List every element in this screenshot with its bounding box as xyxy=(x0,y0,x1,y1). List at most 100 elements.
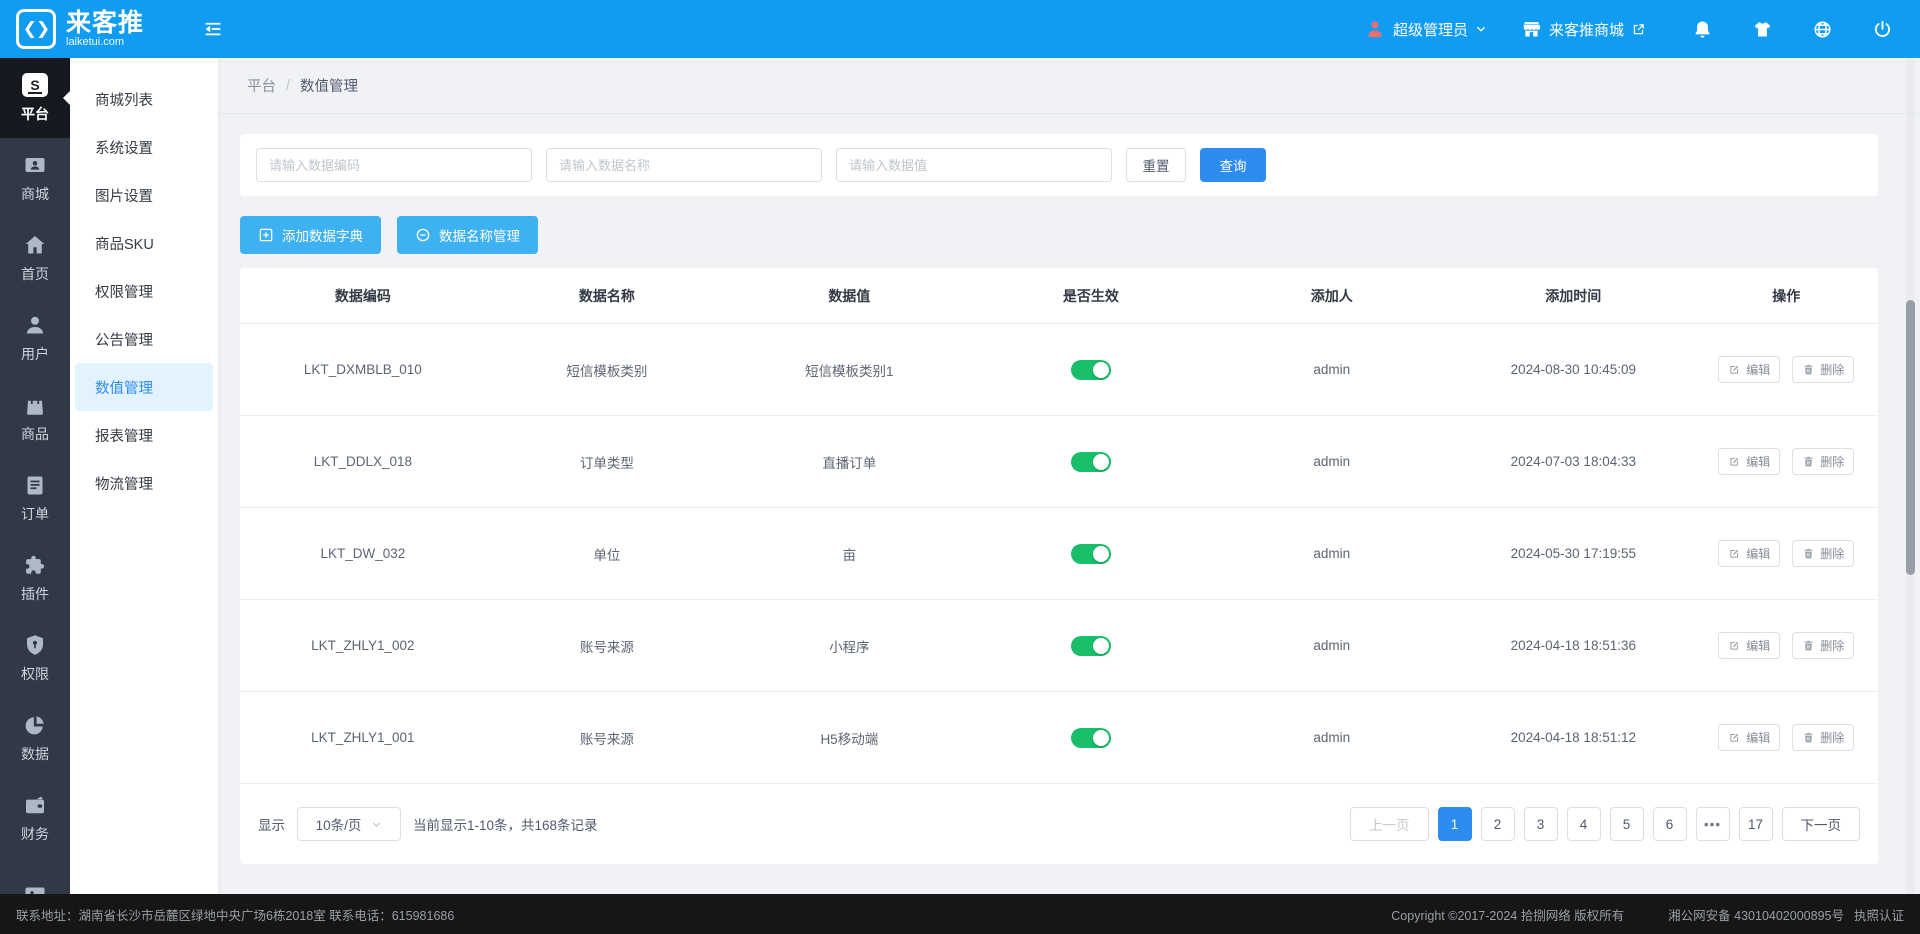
add-dict-button[interactable]: 添加数据字典 xyxy=(240,216,381,254)
table-header: 数据编码 数据名称 数据值 是否生效 添加人 添加时间 操作 xyxy=(240,268,1878,324)
edit-button[interactable]: 编辑 xyxy=(1718,540,1780,567)
rail-item-plugins[interactable]: 插件 xyxy=(0,538,70,618)
rail-item-users[interactable]: 用户 xyxy=(0,298,70,378)
cell-value: H5移动端 xyxy=(728,728,970,748)
rail-item-finance[interactable]: 财务 xyxy=(0,778,70,858)
edit-icon xyxy=(1728,455,1741,468)
enabled-toggle[interactable] xyxy=(1071,728,1111,748)
name-filter-input[interactable] xyxy=(546,148,822,182)
mall-icon xyxy=(23,153,47,177)
delete-button[interactable]: 删除 xyxy=(1792,356,1854,383)
page-button-1[interactable]: 1 xyxy=(1438,807,1472,841)
delete-button[interactable]: 删除 xyxy=(1792,448,1854,475)
scrollbar-thumb[interactable] xyxy=(1906,300,1915,575)
cell-name: 单位 xyxy=(486,544,728,564)
breadcrumb: 平台 / 数值管理 xyxy=(218,58,1920,114)
edit-button[interactable]: 编辑 xyxy=(1718,724,1780,751)
table-body: LKT_DXMBLB_010 短信模板类别 短信模板类别1 admin 2024… xyxy=(240,324,1878,784)
trash-icon xyxy=(1802,455,1815,468)
manage-names-button[interactable]: 数据名称管理 xyxy=(397,216,538,254)
rail-item-media[interactable] xyxy=(0,858,70,894)
cell-code: LKT_DXMBLB_010 xyxy=(240,362,486,377)
submenu-item-图片设置[interactable]: 图片设置 xyxy=(75,171,213,219)
brand-domain: laiketui.com xyxy=(66,36,144,48)
delete-button[interactable]: 删除 xyxy=(1792,540,1854,567)
notifications-bell-icon[interactable] xyxy=(1680,19,1724,40)
avatar-icon xyxy=(1364,18,1386,40)
edit-button[interactable]: 编辑 xyxy=(1718,356,1780,383)
shop-link[interactable]: 来客推商城 xyxy=(1521,19,1646,40)
footer: 联系地址：湖南省长沙市岳麓区绿地中央广场6栋2018室 联系电话：6159816… xyxy=(0,894,1920,934)
page-button-6[interactable]: 6 xyxy=(1653,807,1687,841)
page-button-5[interactable]: 5 xyxy=(1610,807,1644,841)
icon-rail: S 平台 商城 首页 用户 商品 订单 插件 权限 数据 财务 xyxy=(0,58,70,894)
rail-item-platform[interactable]: S 平台 xyxy=(0,58,70,138)
power-icon[interactable] xyxy=(1860,19,1904,40)
page-ellipsis[interactable]: ••• xyxy=(1696,807,1730,841)
footer-contact: 联系地址：湖南省长沙市岳麓区绿地中央广场6栋2018室 联系电话：6159816… xyxy=(16,905,454,924)
toolbar: 添加数据字典 数据名称管理 xyxy=(240,216,1878,254)
page-button-3[interactable]: 3 xyxy=(1524,807,1558,841)
prev-page-button[interactable]: 上一页 xyxy=(1350,807,1429,841)
permissions-icon xyxy=(23,633,47,657)
code-filter-input[interactable] xyxy=(256,148,532,182)
submenu-item-报表管理[interactable]: 报表管理 xyxy=(75,411,213,459)
page-size-label: 显示 xyxy=(258,814,285,834)
footer-beian[interactable]: 湘公网安备 43010402000895号 xyxy=(1668,905,1844,924)
rail-item-orders[interactable]: 订单 xyxy=(0,458,70,538)
rail-item-permissions[interactable]: 权限 xyxy=(0,618,70,698)
minus-circle-icon xyxy=(415,227,431,243)
reset-button[interactable]: 重置 xyxy=(1126,148,1186,182)
enabled-toggle[interactable] xyxy=(1071,452,1111,472)
rail-item-mall[interactable]: 商城 xyxy=(0,138,70,218)
edit-icon xyxy=(1728,731,1741,744)
cell-name: 账号来源 xyxy=(486,636,728,656)
cell-code: LKT_DDLX_018 xyxy=(240,454,486,469)
table-row: LKT_DXMBLB_010 短信模板类别 短信模板类别1 admin 2024… xyxy=(240,324,1878,416)
brand[interactable]: ❮❯ 来客推 laiketui.com xyxy=(0,9,188,49)
page-size-select[interactable]: 10条/页 xyxy=(297,807,401,841)
cell-value: 亩 xyxy=(728,544,970,564)
admin-app: ❮❯ 来客推 laiketui.com 超级管理员 来客推商城 xyxy=(0,0,1920,934)
submenu-item-数值管理[interactable]: 数值管理 xyxy=(75,363,213,411)
next-page-button[interactable]: 下一页 xyxy=(1782,807,1861,841)
delete-button[interactable]: 删除 xyxy=(1792,632,1854,659)
cell-code: LKT_DW_032 xyxy=(240,546,486,561)
enabled-toggle[interactable] xyxy=(1071,544,1111,564)
submenu-item-商城列表[interactable]: 商城列表 xyxy=(75,75,213,123)
submenu-item-商品SKU[interactable]: 商品SKU xyxy=(75,219,213,267)
page-button-17[interactable]: 17 xyxy=(1739,807,1773,841)
page-button-2[interactable]: 2 xyxy=(1481,807,1515,841)
cell-name: 账号来源 xyxy=(486,728,728,748)
delete-button[interactable]: 删除 xyxy=(1792,724,1854,751)
media-icon xyxy=(23,883,47,895)
page-button-4[interactable]: 4 xyxy=(1567,807,1601,841)
data-table: 数据编码 数据名称 数据值 是否生效 添加人 添加时间 操作 LKT_DXMBL… xyxy=(240,268,1878,864)
external-link-icon xyxy=(1631,22,1646,37)
rail-item-home[interactable]: 首页 xyxy=(0,218,70,298)
rail-item-data[interactable]: 数据 xyxy=(0,698,70,778)
table-row: LKT_ZHLY1_002 账号来源 小程序 admin 2024-04-18 … xyxy=(240,600,1878,692)
cell-name: 订单类型 xyxy=(486,452,728,472)
finance-icon xyxy=(23,793,47,817)
globe-icon[interactable] xyxy=(1800,19,1844,40)
footer-license[interactable]: 执照认证 xyxy=(1854,905,1904,924)
submenu-item-系统设置[interactable]: 系统设置 xyxy=(75,123,213,171)
value-filter-input[interactable] xyxy=(836,148,1112,182)
data-icon xyxy=(23,713,47,737)
breadcrumb-root[interactable]: 平台 xyxy=(247,75,276,96)
submenu-item-权限管理[interactable]: 权限管理 xyxy=(75,267,213,315)
enabled-toggle[interactable] xyxy=(1071,360,1111,380)
edit-button[interactable]: 编辑 xyxy=(1718,448,1780,475)
pagination-summary: 当前显示1-10条，共168条记录 xyxy=(413,814,598,834)
submenu-item-物流管理[interactable]: 物流管理 xyxy=(75,459,213,507)
goods-icon xyxy=(23,393,47,417)
collapse-menu-icon[interactable] xyxy=(202,18,224,40)
submenu-item-公告管理[interactable]: 公告管理 xyxy=(75,315,213,363)
shirt-icon[interactable] xyxy=(1740,19,1784,40)
user-menu[interactable]: 超级管理员 xyxy=(1364,18,1487,40)
edit-button[interactable]: 编辑 xyxy=(1718,632,1780,659)
enabled-toggle[interactable] xyxy=(1071,636,1111,656)
rail-item-goods[interactable]: 商品 xyxy=(0,378,70,458)
search-button[interactable]: 查询 xyxy=(1200,148,1266,182)
